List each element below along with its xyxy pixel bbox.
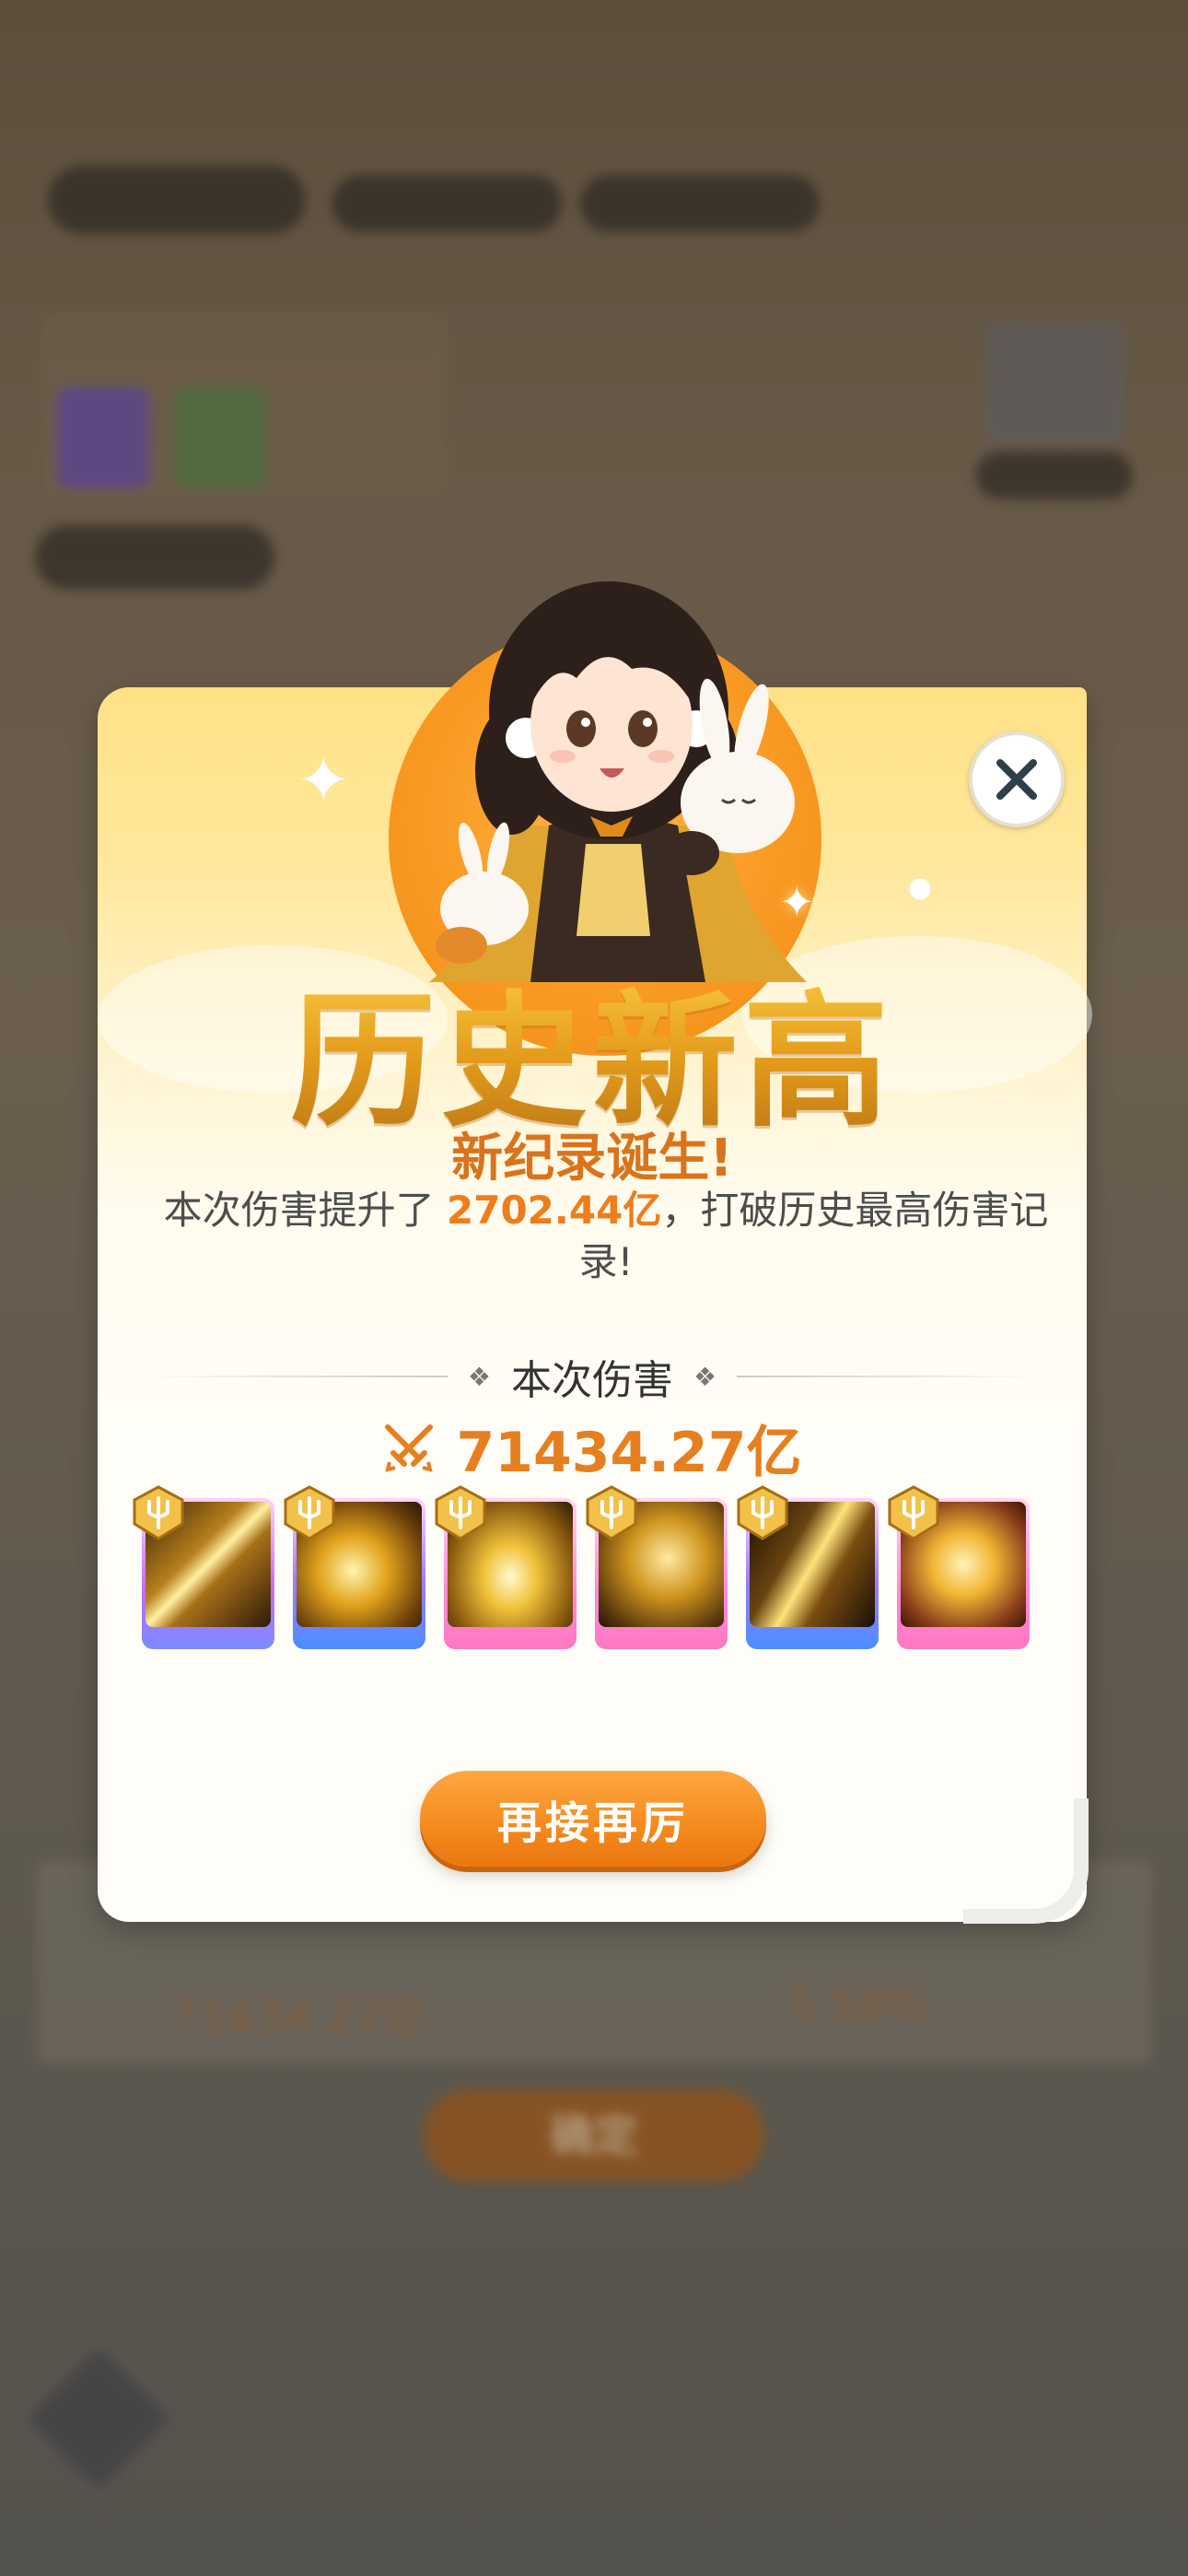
trident-badge-icon <box>284 1485 335 1540</box>
section-divider: ❖ 本次伤害 ❖ <box>144 1349 1041 1404</box>
try-again-button[interactable]: 再接再厉 <box>420 1771 766 1867</box>
section-label: 本次伤害 <box>511 1357 673 1404</box>
sparkle-icon: ✦ <box>297 743 351 818</box>
skill-card-golden-phoenix[interactable] <box>284 1485 425 1649</box>
skill-list <box>133 1485 1044 1655</box>
record-dialog: ✦ ✦ ● 历史新高 新纪录诞生! 本次伤害提升了 2702.44亿，打破历史最… <box>98 581 1092 1924</box>
skill-card-golden-dragon[interactable] <box>586 1485 728 1649</box>
sparkle-icon: ● <box>908 872 933 904</box>
skill-card-golden-radiance[interactable] <box>435 1485 577 1649</box>
close-button[interactable] <box>969 732 1065 827</box>
record-subhead: 新纪录诞生! <box>451 1129 733 1188</box>
trident-badge-icon <box>133 1485 184 1540</box>
trident-badge-icon <box>586 1485 637 1540</box>
skill-card-golden-lightning[interactable] <box>737 1485 879 1649</box>
record-description: 本次伤害提升了 2702.44亿，打破历史最高伤害记录! <box>153 1185 1059 1288</box>
trident-badge-icon <box>737 1485 788 1540</box>
damage-total: 71434.27亿 <box>98 1408 1087 1488</box>
crossed-swords-icon <box>385 1423 434 1472</box>
diamond-icon: ❖ <box>467 1361 491 1392</box>
trident-badge-icon <box>435 1485 486 1540</box>
damage-value: 71434.27亿 <box>456 1421 802 1485</box>
trident-badge-icon <box>888 1485 939 1540</box>
skill-card-golden-goddess[interactable] <box>888 1485 1030 1649</box>
diamond-icon: ❖ <box>693 1361 717 1392</box>
desc-prefix: 本次伤害提升了 <box>163 1188 448 1233</box>
damage-increase-value: 2702.44亿 <box>447 1188 662 1233</box>
close-icon <box>996 759 1037 800</box>
divider-line-right <box>737 1376 1041 1377</box>
skill-card-golden-swords[interactable] <box>133 1485 274 1649</box>
divider-line-left <box>144 1376 448 1377</box>
dialog-corner-decoration <box>963 1798 1089 1924</box>
